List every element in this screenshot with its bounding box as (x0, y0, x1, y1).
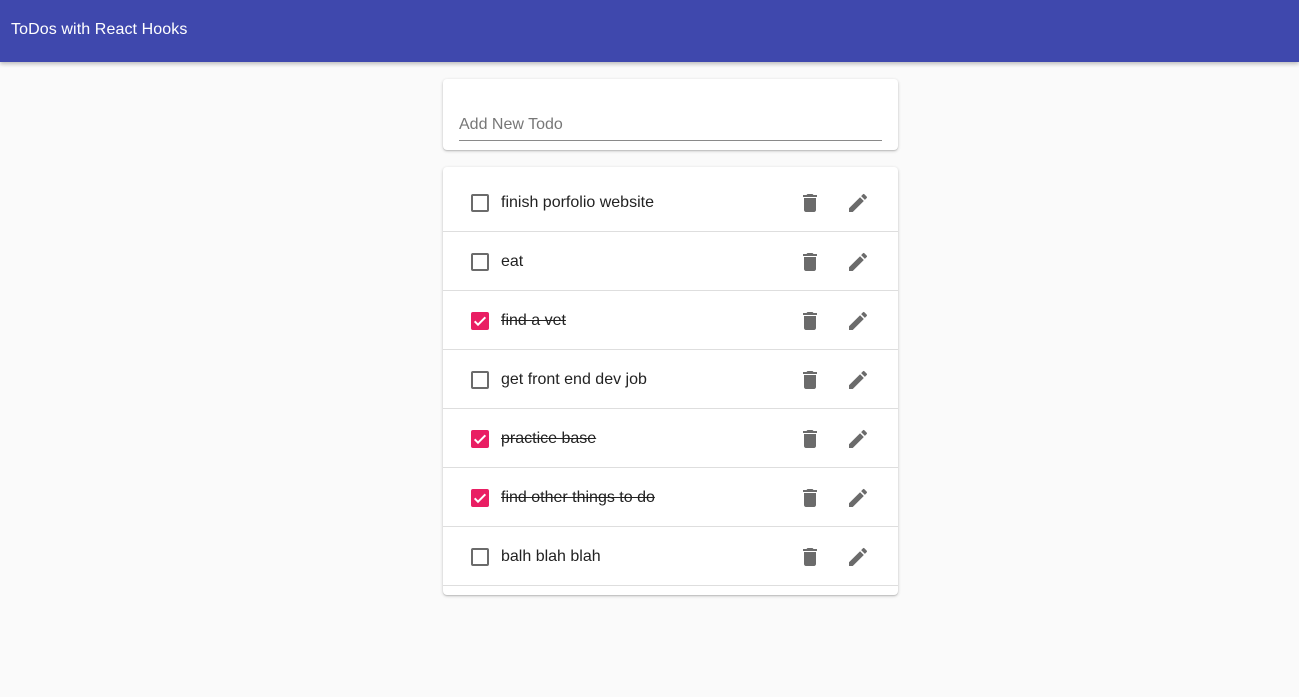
todo-checkbox[interactable] (471, 194, 489, 212)
delete-button[interactable] (797, 426, 823, 452)
edit-button[interactable] (845, 426, 871, 452)
delete-button[interactable] (797, 367, 823, 393)
delete-button[interactable] (797, 544, 823, 570)
pencil-icon (846, 250, 870, 274)
trash-icon (798, 250, 822, 274)
pencil-icon (846, 486, 870, 510)
trash-icon (798, 309, 822, 333)
edit-button[interactable] (845, 544, 871, 570)
app-bar: ToDos with React Hooks (0, 0, 1299, 62)
edit-button[interactable] (845, 308, 871, 334)
trash-icon (798, 486, 822, 510)
pencil-icon (846, 545, 870, 569)
delete-button[interactable] (797, 485, 823, 511)
todo-item: find other things to do (443, 468, 898, 527)
pencil-icon (846, 191, 870, 215)
app-title: ToDos with React Hooks (11, 20, 188, 38)
todo-item: balh blah blah (443, 527, 898, 586)
todo-checkbox[interactable] (471, 548, 489, 566)
trash-icon (798, 427, 822, 451)
todo-text: balh blah blah (501, 548, 601, 565)
todo-item: get front end dev job (443, 350, 898, 409)
edit-button[interactable] (845, 367, 871, 393)
todo-text: find other things to do (501, 489, 655, 506)
todo-text: eat (501, 253, 524, 270)
todo-text: get front end dev job (501, 371, 647, 388)
pencil-icon (846, 427, 870, 451)
todo-text: finish porfolio website (501, 194, 654, 211)
delete-button[interactable] (797, 308, 823, 334)
todo-checkbox[interactable] (471, 430, 489, 448)
edit-button[interactable] (845, 249, 871, 275)
todo-checkbox[interactable] (471, 312, 489, 330)
todo-checkbox[interactable] (471, 489, 489, 507)
todo-form-card (443, 79, 898, 150)
delete-button[interactable] (797, 190, 823, 216)
trash-icon (798, 191, 822, 215)
todo-item: find a vet (443, 291, 898, 350)
trash-icon (798, 368, 822, 392)
trash-icon (798, 545, 822, 569)
todo-item: finish porfolio website (443, 173, 898, 232)
todo-checkbox[interactable] (471, 371, 489, 389)
todo-list-card: finish porfolio website eat find a vet get … (443, 167, 898, 595)
todo-text: practice base (501, 430, 597, 447)
todo-text: find a vet (501, 312, 566, 329)
edit-button[interactable] (845, 485, 871, 511)
todo-item: eat (443, 232, 898, 291)
edit-button[interactable] (845, 190, 871, 216)
todo-list: finish porfolio website eat find a vet get … (443, 167, 898, 586)
pencil-icon (846, 309, 870, 333)
new-todo-input[interactable] (459, 109, 882, 141)
pencil-icon (846, 368, 870, 392)
todo-checkbox[interactable] (471, 253, 489, 271)
todo-item: practice base (443, 409, 898, 468)
delete-button[interactable] (797, 249, 823, 275)
